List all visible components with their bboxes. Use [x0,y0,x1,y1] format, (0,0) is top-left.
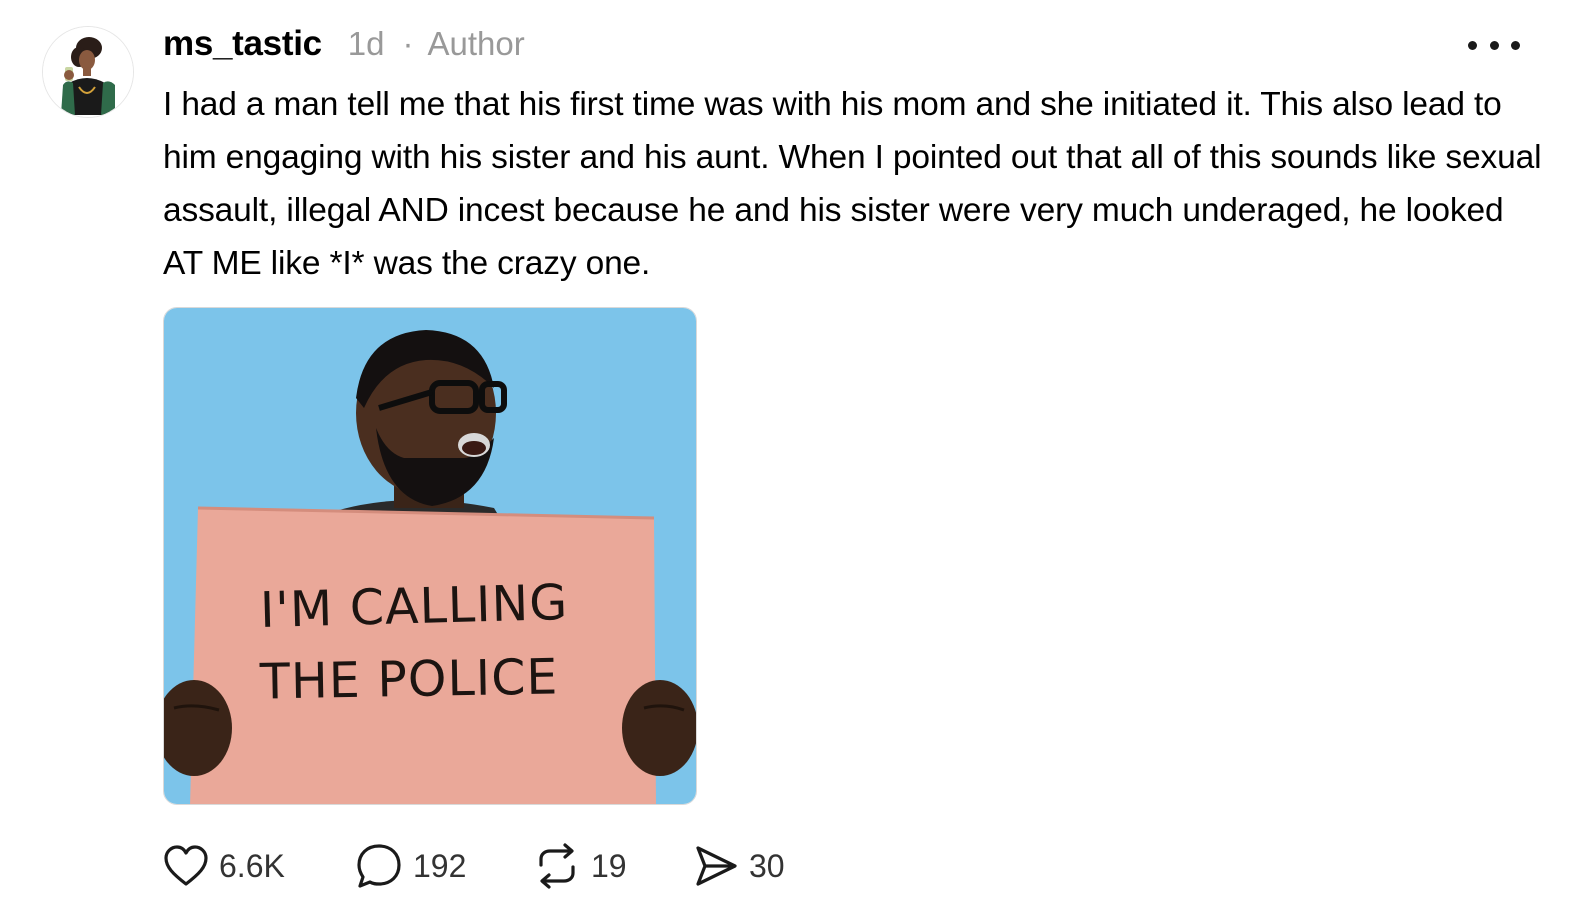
send-paper-plane-icon [696,846,737,886]
more-dot [1511,40,1520,50]
repost-arrows-icon [539,843,575,889]
reply-button[interactable]: 192 [355,842,533,890]
comment-bubble-icon [357,844,401,888]
more-dot [1468,40,1477,50]
like-button[interactable]: 6.6K [163,844,355,888]
username[interactable]: ms_tastic [163,24,322,64]
more-options-icon[interactable] [1468,36,1520,54]
repost-button[interactable]: 19 [533,843,693,889]
post-header: ms_tastic 1d · Author [163,22,525,66]
post-text: I had a man tell me that his first time … [163,86,1542,282]
share-button[interactable]: 30 [693,843,785,889]
reply-count: 192 [413,847,467,884]
heart-icon [164,845,208,886]
separator-dot: · [402,25,414,62]
share-count: 30 [749,847,785,884]
like-count: 6.6K [219,847,285,884]
repost-count: 19 [591,847,627,884]
thread-post: ms_tastic 1d · Author I had a man tell m… [0,0,1570,906]
gif-illustration [164,308,696,804]
avatar[interactable] [43,27,133,117]
post-gif-image[interactable]: I'M CALLING THE POLICE [163,307,697,805]
author-badge: Author [427,25,525,62]
more-dot [1489,40,1499,50]
timestamp[interactable]: 1d [348,25,385,63]
post-actions: 6.6K 192 19 30 [163,838,785,894]
